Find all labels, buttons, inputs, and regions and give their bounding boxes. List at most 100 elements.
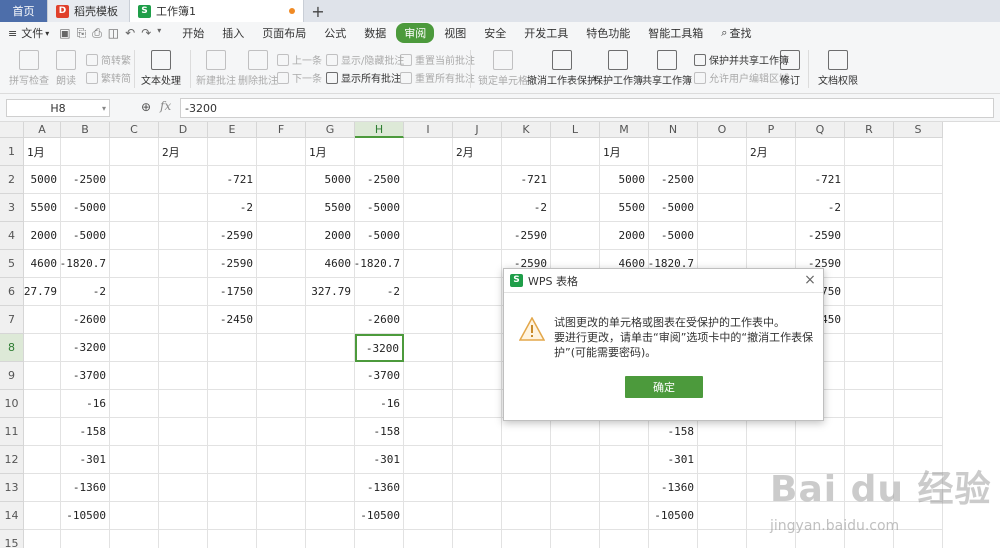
cell-H15[interactable] <box>355 530 404 548</box>
reset-all-comments-button[interactable]: 重置所有批注 <box>400 70 475 85</box>
more-chevron-icon[interactable]: ▾ <box>157 26 161 41</box>
cell-B6[interactable]: -2 <box>61 278 110 306</box>
row-header-8[interactable]: 8 <box>0 334 24 362</box>
revise-button[interactable]: 修订 <box>780 50 800 87</box>
cell-G4[interactable]: 2000 <box>306 222 355 250</box>
cell-N13[interactable]: -1360 <box>649 474 698 502</box>
cell-S3[interactable] <box>894 194 943 222</box>
cell-E10[interactable] <box>208 390 257 418</box>
cell-J5[interactable] <box>453 250 502 278</box>
cell-I8[interactable] <box>404 334 453 362</box>
column-header-B[interactable]: B <box>61 122 110 138</box>
cell-O13[interactable] <box>698 474 747 502</box>
cell-B7[interactable]: -2600 <box>61 306 110 334</box>
cell-G6[interactable]: 327.79 <box>306 278 355 306</box>
zoom-icon[interactable]: ⊕ <box>141 100 151 114</box>
row-header-4[interactable]: 4 <box>0 222 24 250</box>
cell-H6[interactable]: -2 <box>355 278 404 306</box>
cell-M15[interactable] <box>600 530 649 548</box>
cell-O11[interactable] <box>698 418 747 446</box>
cell-K3[interactable]: -2 <box>502 194 551 222</box>
cell-A5[interactable]: 4600 <box>24 250 61 278</box>
protect-and-share-button[interactable]: 保护并共享工作簿 <box>694 52 789 67</box>
cell-O2[interactable] <box>698 166 747 194</box>
to-simplified-button[interactable]: 繁转简 <box>86 70 131 85</box>
cell-I6[interactable] <box>404 278 453 306</box>
cell-O15[interactable] <box>698 530 747 548</box>
tab-home[interactable]: 首页 <box>0 0 48 22</box>
row-header-15[interactable]: 15 <box>0 530 24 548</box>
next-comment-button[interactable]: 下一条 <box>277 70 322 85</box>
cell-K1[interactable] <box>502 138 551 166</box>
cell-F6[interactable] <box>257 278 306 306</box>
to-traditional-button[interactable]: 简转繁 <box>86 52 131 67</box>
allow-edit-ranges-button[interactable]: 允许用户编辑区域 <box>694 70 789 85</box>
cell-G11[interactable] <box>306 418 355 446</box>
cell-F5[interactable] <box>257 250 306 278</box>
cell-B8[interactable]: -3200 <box>61 334 110 362</box>
cell-E6[interactable]: -1750 <box>208 278 257 306</box>
cell-B11[interactable]: -158 <box>61 418 110 446</box>
cell-L1[interactable] <box>551 138 600 166</box>
cell-R11[interactable] <box>845 418 894 446</box>
cell-E7[interactable]: -2450 <box>208 306 257 334</box>
cell-H14[interactable]: -10500 <box>355 502 404 530</box>
cell-J7[interactable] <box>453 306 502 334</box>
cell-N2[interactable]: -2500 <box>649 166 698 194</box>
cell-L12[interactable] <box>551 446 600 474</box>
cell-G7[interactable] <box>306 306 355 334</box>
spell-check-button[interactable]: 拼写检查 <box>9 50 49 87</box>
cell-G2[interactable]: 5000 <box>306 166 355 194</box>
undo-icon[interactable]: ↶ <box>125 26 135 41</box>
cell-L4[interactable] <box>551 222 600 250</box>
cell-K11[interactable] <box>502 418 551 446</box>
cell-D11[interactable] <box>159 418 208 446</box>
cell-K2[interactable]: -721 <box>502 166 551 194</box>
cell-H10[interactable]: -16 <box>355 390 404 418</box>
cell-J12[interactable] <box>453 446 502 474</box>
cell-A1[interactable]: 1月 <box>24 138 61 166</box>
row-header-5[interactable]: 5 <box>0 250 24 278</box>
cell-D7[interactable] <box>159 306 208 334</box>
cell-A2[interactable]: 5000 <box>24 166 61 194</box>
cell-A4[interactable]: 2000 <box>24 222 61 250</box>
cell-C6[interactable] <box>110 278 159 306</box>
print-icon[interactable]: ⎙ <box>92 26 102 41</box>
cell-I4[interactable] <box>404 222 453 250</box>
cell-I3[interactable] <box>404 194 453 222</box>
redo-icon[interactable]: ↷ <box>141 26 151 41</box>
cell-C3[interactable] <box>110 194 159 222</box>
cell-D6[interactable] <box>159 278 208 306</box>
cell-J6[interactable] <box>453 278 502 306</box>
cell-K15[interactable] <box>502 530 551 548</box>
cell-D9[interactable] <box>159 362 208 390</box>
menu-features[interactable]: 特色功能 <box>578 23 638 43</box>
close-icon[interactable]: × <box>803 273 817 287</box>
cell-E8[interactable] <box>208 334 257 362</box>
cell-F10[interactable] <box>257 390 306 418</box>
cell-M3[interactable]: 5500 <box>600 194 649 222</box>
cell-P11[interactable] <box>747 418 796 446</box>
delete-comment-button[interactable]: 删除批注 <box>238 50 278 87</box>
cell-H3[interactable]: -5000 <box>355 194 404 222</box>
menu-formulas[interactable]: 公式 <box>316 23 354 43</box>
new-tab-plus-icon[interactable]: + <box>304 0 332 22</box>
cell-D13[interactable] <box>159 474 208 502</box>
cell-H12[interactable]: -301 <box>355 446 404 474</box>
cell-H13[interactable]: -1360 <box>355 474 404 502</box>
save-icon[interactable]: ▣ <box>59 26 70 41</box>
cell-H1[interactable] <box>355 138 404 166</box>
cell-H2[interactable]: -2500 <box>355 166 404 194</box>
cell-F3[interactable] <box>257 194 306 222</box>
protect-workbook-button[interactable]: 保护工作簿 <box>593 50 643 87</box>
cell-S6[interactable] <box>894 278 943 306</box>
cell-F8[interactable] <box>257 334 306 362</box>
cell-S9[interactable] <box>894 362 943 390</box>
cell-S4[interactable] <box>894 222 943 250</box>
cell-M1[interactable]: 1月 <box>600 138 649 166</box>
cell-J3[interactable] <box>453 194 502 222</box>
cell-R5[interactable] <box>845 250 894 278</box>
cell-S1[interactable] <box>894 138 943 166</box>
cell-B9[interactable]: -3700 <box>61 362 110 390</box>
cell-S2[interactable] <box>894 166 943 194</box>
